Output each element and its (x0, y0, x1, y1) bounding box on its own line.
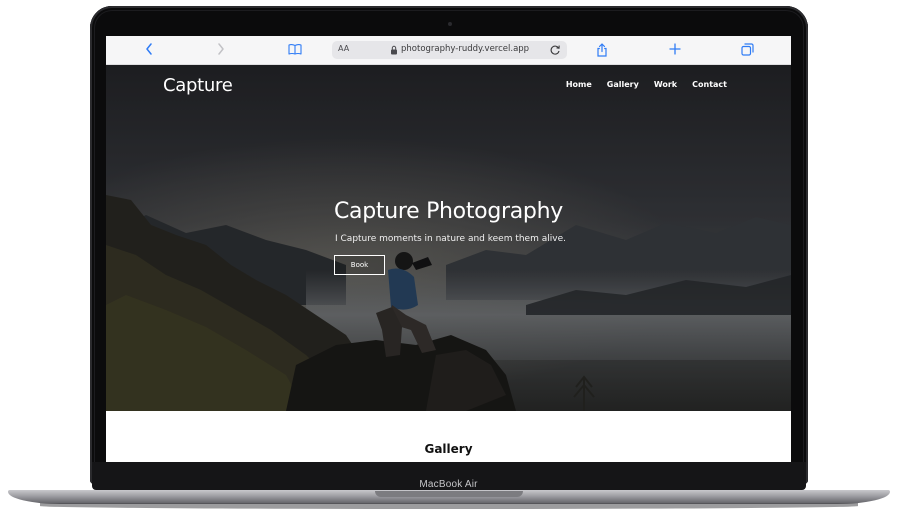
hero-section: Capture Home Gallery Work Contact Captur… (106, 65, 791, 411)
lock-icon (391, 45, 397, 55)
text-size-button[interactable]: AA (338, 44, 349, 53)
nav-contact[interactable]: Contact (692, 80, 727, 89)
share-icon[interactable] (592, 40, 612, 60)
plus-icon[interactable] (665, 40, 685, 60)
hero-title: Capture Photography (334, 199, 563, 224)
device-model-label: MacBook Air (419, 479, 478, 490)
address-bar[interactable]: AA photography-ruddy.vercel.app (332, 41, 567, 59)
reload-icon[interactable] (549, 44, 561, 56)
book-icon[interactable] (285, 40, 305, 60)
url-text[interactable]: photography-ruddy.vercel.app (401, 44, 529, 54)
screenshot-stage: MacBook Air AA photography-ruddy.vercel.… (0, 0, 897, 520)
book-button[interactable]: Book (334, 255, 385, 275)
nav-gallery[interactable]: Gallery (607, 80, 639, 89)
webcam (448, 22, 452, 26)
laptop-notch (375, 491, 523, 497)
gallery-section: Gallery (106, 411, 791, 462)
laptop-base-shadow (40, 503, 858, 509)
browser-screen: AA photography-ruddy.vercel.app Capture … (106, 36, 791, 462)
site-nav: Home Gallery Work Contact (566, 80, 727, 89)
nav-home[interactable]: Home (566, 80, 592, 89)
nav-work[interactable]: Work (654, 80, 677, 89)
chevron-left-icon[interactable] (139, 40, 159, 60)
chevron-right-icon[interactable] (211, 40, 231, 60)
tabs-icon[interactable] (737, 40, 757, 60)
browser-toolbar: AA photography-ruddy.vercel.app (106, 36, 791, 65)
hero-subtitle: I Capture moments in nature and keem the… (335, 234, 566, 244)
site-logo[interactable]: Capture (163, 75, 233, 96)
gallery-heading: Gallery (424, 442, 473, 456)
